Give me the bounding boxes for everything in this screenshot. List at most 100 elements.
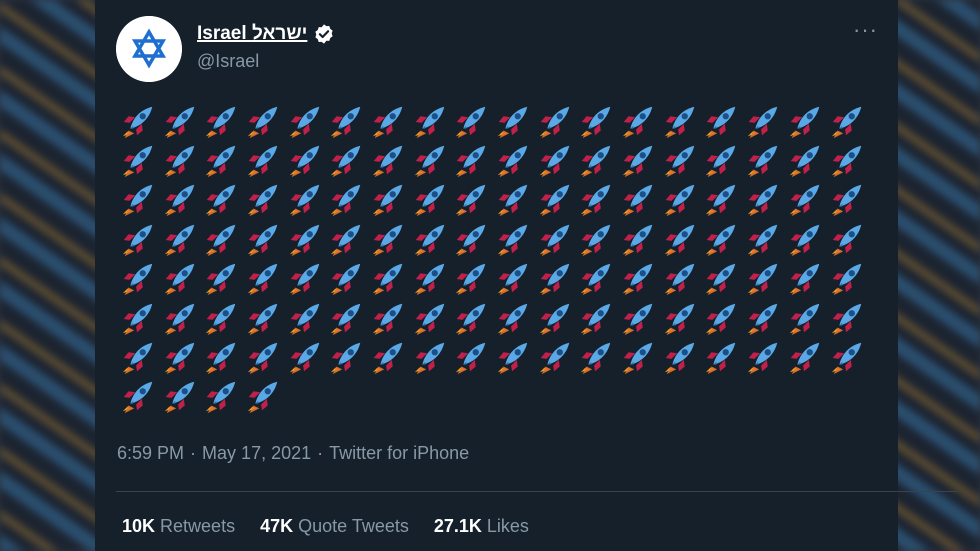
rocket-icon [242,337,284,376]
stat-label: Likes [486,516,529,536]
more-icon[interactable]: ··· [853,19,878,41]
divider [116,491,961,492]
rocket-icon [534,337,576,376]
rocket-icon [242,140,284,179]
rocket-icon [409,219,451,258]
rocket-icon [242,259,284,298]
rocket-icon [409,298,451,337]
rocket-icon [200,337,242,376]
rocket-icon [492,140,534,179]
rocket-icon [826,337,868,376]
rocket-icon [659,219,701,258]
rocket-icon [784,298,826,337]
rocket-icon [409,259,451,298]
rocket-icon [701,259,743,298]
rocket-icon [742,140,784,179]
rocket-icon [159,140,201,179]
rocket-icon [742,337,784,376]
star-of-david-icon [116,16,182,82]
rocket-icon [534,298,576,337]
stat-value: 27.1K [433,516,482,536]
stat-quote-tweets[interactable]: 47K Quote Tweets [260,516,409,537]
account-handle[interactable]: @Israel [197,51,259,72]
rocket-icon [451,219,493,258]
rocket-icon [742,101,784,140]
rocket-icon [242,298,284,337]
rocket-icon [451,298,493,337]
account-name[interactable]: Israel ישראל [197,23,307,45]
rocket-icon [200,298,242,337]
stat-value: 47K [260,516,294,536]
rocket-icon [451,259,493,298]
avatar[interactable] [116,16,182,82]
rocket-icon [576,219,618,258]
rocket-icon [200,140,242,179]
rocket-icon [534,140,576,179]
rocket-icon [367,259,409,298]
rocket-icon [784,337,826,376]
rocket-icon [659,259,701,298]
rocket-icon [159,377,201,416]
rocket-icon [200,219,242,258]
rocket-icon [284,259,326,298]
account-name-row[interactable]: Israel ישראל [197,23,335,45]
rocket-icon [742,219,784,258]
rocket-icon [742,180,784,219]
meta-separator: · [190,443,197,463]
rocket-icon [117,377,159,416]
rocket-icon [784,140,826,179]
rocket-icon [325,101,367,140]
tweet-source[interactable]: Twitter for iPhone [329,443,469,464]
tweet-date[interactable]: May 17, 2021 [202,443,311,464]
rocket-icon [492,259,534,298]
rocket-icon [659,140,701,179]
rocket-icon [534,101,576,140]
rocket-icon [325,337,367,376]
rocket-icon [451,101,493,140]
rocket-icon [492,180,534,219]
rocket-icon [242,219,284,258]
rocket-icon [451,180,493,219]
rocket-icon [159,180,201,219]
rocket-icon [534,219,576,258]
rocket-icon [325,180,367,219]
rocket-icon [325,219,367,258]
rocket-icon [826,298,868,337]
rocket-icon [784,180,826,219]
rocket-icon [701,140,743,179]
rocket-icon [242,180,284,219]
rocket-icon [826,140,868,179]
rocket-icon [576,259,618,298]
stat-retweets[interactable]: 10K Retweets [122,516,235,537]
stat-label: Quote Tweets [298,516,409,536]
rocket-icon [617,337,659,376]
rocket-icon [826,180,868,219]
rocket-icon [617,140,659,179]
rocket-icon [659,298,701,337]
rocket-icon [242,377,284,416]
rocket-icon [284,219,326,258]
rocket-icon [200,259,242,298]
rocket-icon [826,219,868,258]
tweet-stats: 10K Retweets 47K Quote Tweets 27.1K Like… [122,516,529,537]
rocket-icon [701,337,743,376]
rocket-icon [200,377,242,416]
rocket-icon [742,298,784,337]
rocket-icon [117,140,159,179]
rocket-icon [367,337,409,376]
rocket-icon [409,337,451,376]
rocket-icon [534,259,576,298]
rocket-icon [576,101,618,140]
stat-likes[interactable]: 27.1K Likes [434,516,529,537]
rocket-icon [200,180,242,219]
rocket-icon [701,101,743,140]
rocket-icon [117,180,159,219]
rocket-icon [409,140,451,179]
rocket-icon [284,101,326,140]
tweet-time[interactable]: 6:59 PM [117,443,184,464]
rocket-icon [117,259,159,298]
rocket-icon [325,259,367,298]
rocket-icon [284,337,326,376]
rocket-icon [784,101,826,140]
rocket-icon [409,101,451,140]
